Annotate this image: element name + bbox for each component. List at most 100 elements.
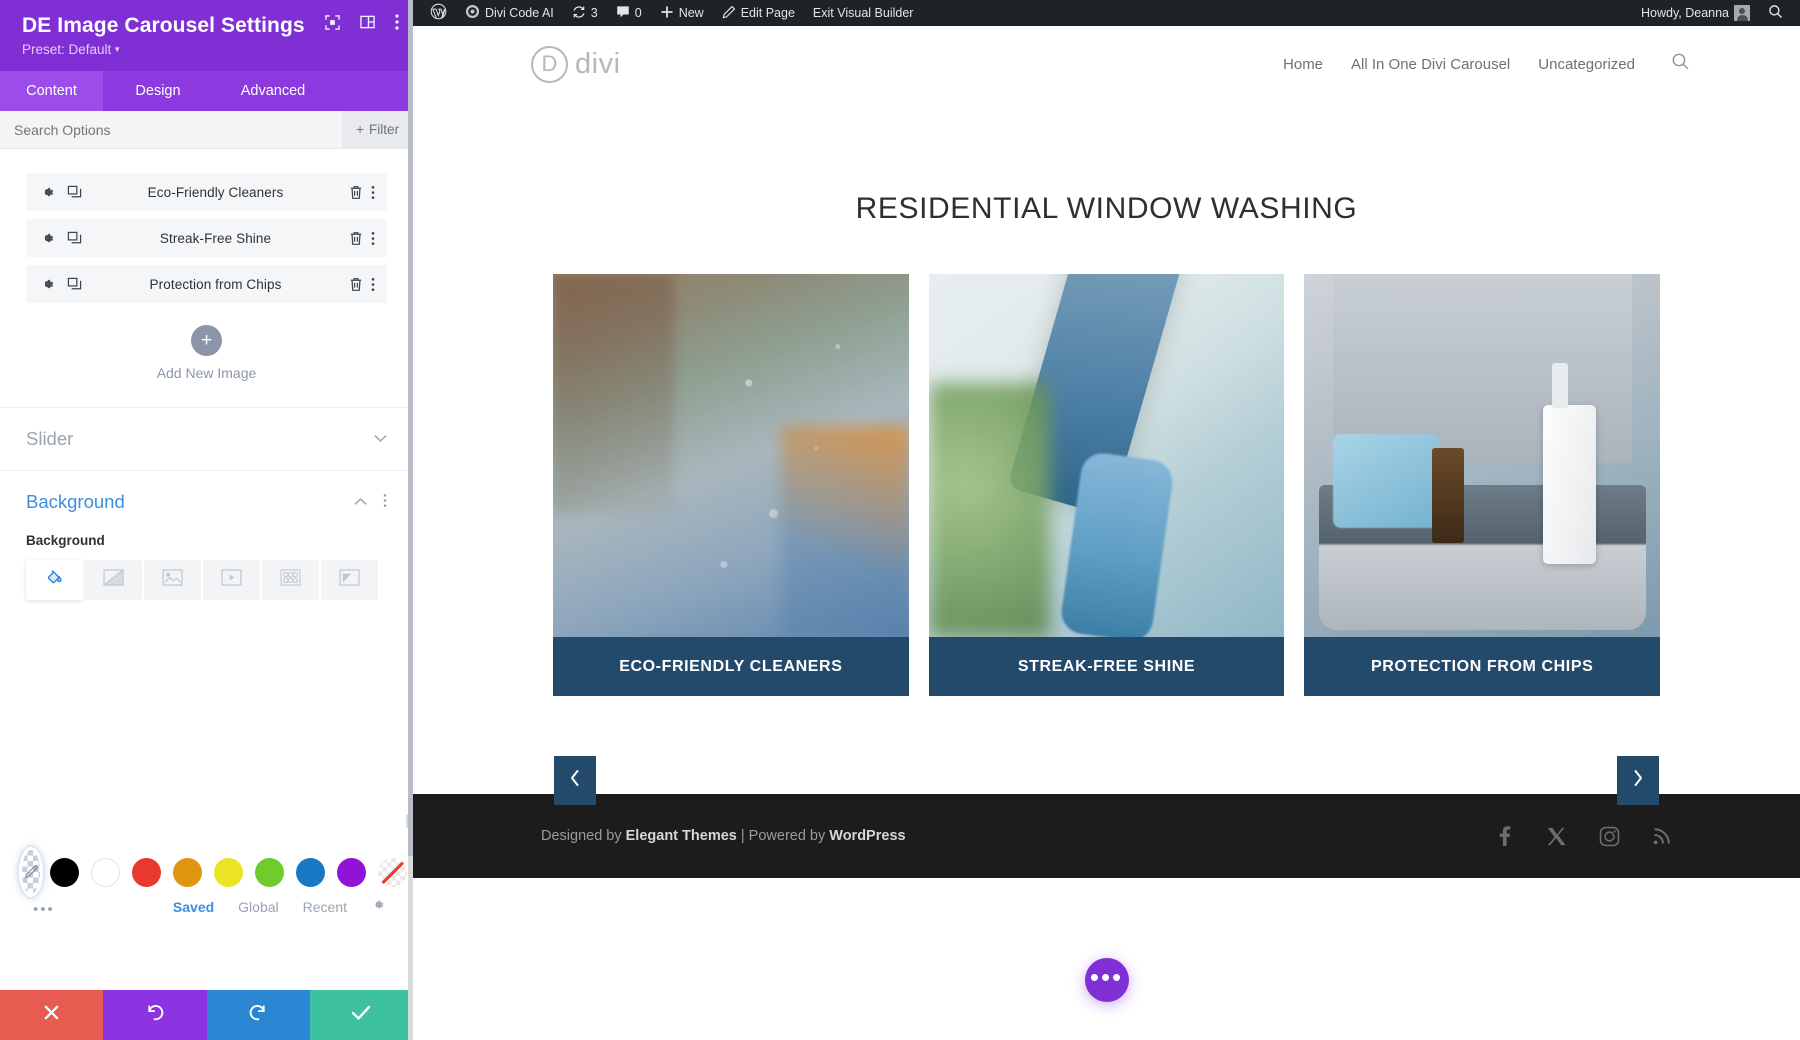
color-tab-global[interactable]: Global: [238, 899, 278, 915]
search-icon[interactable]: [1671, 52, 1690, 76]
nav-item-all-in-one-divi-carousel[interactable]: All In One Divi Carousel: [1351, 56, 1510, 73]
carousel-slide[interactable]: STREAK-FREE SHINE: [929, 274, 1285, 696]
duplicate-icon[interactable]: [67, 185, 82, 200]
search-icon: [1768, 4, 1783, 22]
duplicate-icon[interactable]: [67, 231, 82, 246]
row-more-icon[interactable]: [371, 185, 375, 200]
section-slider[interactable]: Slider: [0, 407, 413, 470]
save-button[interactable]: [310, 990, 413, 1040]
swatch-black[interactable]: [50, 858, 79, 887]
trash-icon[interactable]: [349, 231, 363, 246]
swatch-white[interactable]: [91, 858, 120, 887]
duplicate-icon[interactable]: [67, 277, 82, 292]
gear-icon[interactable]: [40, 277, 55, 292]
swatch-no-color[interactable]: [378, 858, 407, 887]
redo-button[interactable]: [207, 990, 310, 1040]
trash-icon[interactable]: [349, 185, 363, 200]
pattern-icon: [280, 569, 301, 591]
gear-icon[interactable]: [40, 185, 55, 200]
tab-advanced[interactable]: Advanced: [213, 71, 333, 111]
updates-menu[interactable]: 3: [563, 0, 607, 26]
nav-item-home[interactable]: Home: [1283, 56, 1323, 73]
carousel-slide[interactable]: PROTECTION FROM CHIPS: [1304, 274, 1660, 696]
slide-caption: PROTECTION FROM CHIPS: [1304, 637, 1660, 696]
swatch-transparent-eyedropper[interactable]: [22, 850, 40, 894]
carousel-items-list: Eco-Friendly Cleaners Streak-Fr: [0, 149, 413, 303]
table-row[interactable]: Protection from Chips: [26, 265, 387, 303]
tab-design[interactable]: Design: [103, 71, 213, 111]
search-input[interactable]: [0, 122, 342, 138]
page-title: RESIDENTIAL WINDOW WASHING: [413, 192, 1800, 226]
item-label: Eco-Friendly Cleaners: [82, 185, 349, 200]
background-image-tab[interactable]: [144, 560, 201, 600]
slide-image: [929, 274, 1285, 637]
carousel-prev-button[interactable]: [554, 756, 596, 805]
site-logo[interactable]: D divi: [531, 46, 621, 83]
instagram-icon[interactable]: [1599, 826, 1620, 847]
section-background[interactable]: Background: [0, 470, 413, 533]
color-settings-gear-icon[interactable]: [371, 898, 385, 915]
comments-menu[interactable]: 0: [607, 0, 651, 26]
carousel-next-button[interactable]: [1617, 756, 1659, 805]
section-more-icon[interactable]: [383, 493, 387, 511]
new-content-menu[interactable]: New: [651, 0, 713, 26]
site-name-menu[interactable]: Divi Code AI: [456, 0, 563, 26]
fullscreen-icon[interactable]: [325, 15, 340, 30]
table-row[interactable]: Streak-Free Shine: [26, 219, 387, 257]
footer-platform[interactable]: WordPress: [829, 828, 905, 844]
panel-preset-selector[interactable]: Preset: Default▼: [22, 42, 393, 57]
panel-more-icon[interactable]: [395, 14, 399, 30]
footer-middle: | Powered by: [737, 828, 829, 844]
color-picker: ••• Saved Global Recent: [0, 850, 413, 932]
builder-options-button[interactable]: •••: [1085, 958, 1129, 1002]
swatch-purple[interactable]: [337, 858, 366, 887]
preset-label: Preset: Default: [22, 42, 111, 57]
cancel-button[interactable]: [0, 990, 103, 1040]
panel-resize-divider[interactable]: [408, 0, 413, 1040]
howdy-label: Howdy, Deanna: [1641, 0, 1729, 26]
chevron-down-icon: [374, 432, 387, 446]
swatch-more-icon[interactable]: •••: [33, 901, 55, 918]
color-tab-saved[interactable]: Saved: [173, 899, 214, 915]
admin-search-button[interactable]: [1759, 0, 1792, 26]
mask-icon: [339, 569, 360, 591]
exit-visual-builder-menu[interactable]: Exit Visual Builder: [804, 0, 923, 26]
edit-page-menu[interactable]: Edit Page: [713, 0, 804, 26]
background-mask-tab[interactable]: [321, 560, 378, 600]
wp-logo-menu[interactable]: [421, 0, 456, 26]
facebook-icon[interactable]: [1494, 825, 1514, 847]
section-slider-label: Slider: [26, 428, 374, 450]
swatch-yellow[interactable]: [214, 858, 243, 887]
primary-navigation: Home All In One Divi Carousel Uncategori…: [1283, 52, 1690, 76]
panel-layout-icon[interactable]: [360, 15, 375, 29]
x-twitter-icon[interactable]: [1546, 826, 1567, 847]
row-more-icon[interactable]: [371, 277, 375, 292]
add-new-image-block[interactable]: + Add New Image: [0, 311, 413, 407]
swatch-orange[interactable]: [173, 858, 202, 887]
color-tab-recent[interactable]: Recent: [303, 899, 347, 915]
nav-item-uncategorized[interactable]: Uncategorized: [1538, 56, 1635, 73]
table-row[interactable]: Eco-Friendly Cleaners: [26, 173, 387, 211]
swatch-blue[interactable]: [296, 858, 325, 887]
trash-icon[interactable]: [349, 277, 363, 292]
divi-logo-icon: D: [531, 46, 568, 83]
filter-button[interactable]: + Filter: [342, 111, 413, 149]
pencil-icon: [722, 5, 736, 22]
background-gradient-tab[interactable]: [85, 560, 142, 600]
tab-content[interactable]: Content: [0, 71, 103, 111]
footer-brand[interactable]: Elegant Themes: [626, 828, 737, 844]
undo-button[interactable]: [103, 990, 206, 1040]
plus-circle-icon[interactable]: +: [191, 325, 222, 356]
row-more-icon[interactable]: [371, 231, 375, 246]
swatch-red[interactable]: [132, 858, 161, 887]
account-menu[interactable]: Howdy, Deanna: [1632, 0, 1759, 26]
item-label: Streak-Free Shine: [82, 231, 349, 246]
background-video-tab[interactable]: [203, 560, 260, 600]
rss-icon[interactable]: [1652, 826, 1672, 846]
swatch-green[interactable]: [255, 858, 284, 887]
background-color-fill-tab[interactable]: [26, 560, 83, 600]
wordpress-logo-icon: [430, 3, 447, 23]
background-pattern-tab[interactable]: [262, 560, 319, 600]
gear-icon[interactable]: [40, 231, 55, 246]
carousel-slide[interactable]: ECO-FRIENDLY CLEANERS: [553, 274, 909, 696]
